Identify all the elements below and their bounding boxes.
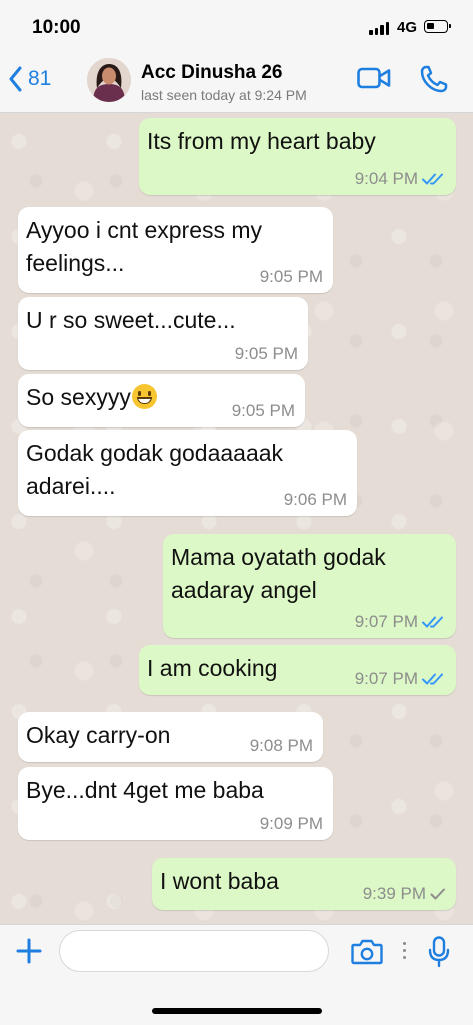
double-check-read-icon — [422, 673, 443, 685]
message-text: So sexyyy — [26, 384, 131, 410]
camera-icon — [351, 939, 383, 965]
voice-call-button[interactable] — [419, 64, 449, 99]
message-bubble-incoming[interactable]: So sexyyy 9:05 PM — [18, 374, 305, 427]
message-text-line-2: adarei.... — [26, 473, 116, 499]
message-time: 9:05 PM — [259, 267, 323, 286]
back-button[interactable]: 81 — [8, 66, 51, 92]
message-text: Its from my heart baby — [147, 128, 376, 154]
double-check-read-icon — [422, 173, 443, 185]
contact-name[interactable]: Acc Dinusha 26 — [141, 62, 283, 84]
home-indicator[interactable] — [152, 1008, 322, 1014]
voice-message-button[interactable] — [428, 936, 450, 973]
message-time: 9:07 PM — [354, 612, 418, 631]
message-time: 9:39 PM — [362, 884, 426, 903]
message-meta: 9:07 PM — [355, 669, 446, 689]
status-time: 10:00 — [32, 17, 81, 38]
message-meta: 9:06 PM — [284, 490, 347, 510]
unread-count: 81 — [28, 67, 52, 90]
message-time: 9:04 PM — [354, 169, 418, 188]
status-bar: 10:00 4G — [0, 0, 473, 50]
message-text: U r so sweet...cute... — [26, 307, 236, 333]
message-bubble-outgoing[interactable]: I am cooking 9:07 PM — [139, 645, 456, 695]
avatar[interactable] — [87, 58, 131, 102]
message-bubble-incoming[interactable]: Okay carry-on 9:08 PM — [18, 712, 323, 762]
message-time: 9:08 PM — [249, 736, 313, 755]
microphone-icon — [428, 936, 450, 968]
message-bubble-outgoing[interactable]: I wont baba 9:39 PM — [152, 858, 456, 910]
double-check-read-icon — [422, 616, 443, 628]
message-bubble-outgoing[interactable]: Mama oyatath godak aadaray angel 9:07 PM — [163, 534, 456, 638]
message-meta: 9:09 PM — [260, 814, 323, 834]
message-bubble-outgoing[interactable]: Its from my heart baby 9:04 PM — [139, 118, 456, 195]
message-text: I wont baba — [160, 868, 279, 894]
message-time: 9:09 PM — [259, 814, 323, 833]
chat-header: 81 Acc Dinusha 26 last seen today at 9:2… — [0, 50, 473, 113]
message-bubble-incoming[interactable]: Bye...dnt 4get me baba 9:09 PM — [18, 767, 333, 840]
message-text: Okay carry-on — [26, 722, 171, 748]
message-text: Bye...dnt 4get me baba — [26, 777, 264, 803]
message-time: 9:06 PM — [283, 490, 347, 509]
message-bubble-incoming[interactable]: Ayyoo i cnt express my feelings... 9:05 … — [18, 207, 333, 293]
message-meta: 9:07 PM — [355, 612, 446, 632]
chat-area[interactable]: Its from my heart baby 9:04 PM Ayyoo i c… — [0, 113, 473, 924]
video-camera-icon — [357, 67, 391, 89]
message-meta: 9:05 PM — [260, 267, 323, 287]
message-meta: 9:05 PM — [235, 344, 298, 364]
message-text-line-2: feelings... — [26, 250, 125, 276]
video-call-button[interactable] — [357, 66, 391, 95]
grinning-face-emoji-icon — [131, 384, 157, 409]
message-text-line-1: Ayyoo i cnt express my — [26, 217, 263, 243]
message-time: 9:05 PM — [234, 344, 298, 363]
more-options-icon[interactable] — [403, 942, 406, 963]
message-bubble-incoming[interactable]: Godak godak godaaaaak adarei.... 9:06 PM — [18, 430, 357, 516]
message-time: 9:05 PM — [231, 401, 295, 420]
chevron-left-icon — [9, 66, 22, 92]
message-text-line-2: aadaray angel — [171, 577, 317, 603]
message-bubble-incoming[interactable]: U r so sweet...cute... 9:05 PM — [18, 297, 308, 370]
battery-icon — [424, 20, 451, 33]
message-meta: 9:04 PM — [355, 169, 446, 189]
last-seen-status: last seen today at 9:24 PM — [141, 87, 307, 103]
network-type: 4G — [397, 19, 418, 36]
message-text: I am cooking — [147, 655, 278, 681]
message-text-line-1: Mama oyatath godak — [171, 544, 386, 570]
attach-button[interactable] — [16, 938, 42, 969]
message-input[interactable] — [59, 930, 329, 972]
message-text-line-1: Godak godak godaaaaak — [26, 440, 284, 466]
camera-button[interactable] — [351, 939, 383, 970]
signal-icon — [369, 22, 389, 35]
avatar-image — [87, 58, 131, 102]
message-time: 9:07 PM — [354, 669, 418, 688]
message-meta: 9:39 PM — [363, 884, 446, 904]
single-check-sent-icon — [430, 888, 445, 900]
message-text-wrap: So sexyyy — [26, 381, 157, 414]
plus-icon — [16, 938, 42, 964]
message-meta: 9:08 PM — [250, 736, 313, 756]
message-input-bar — [0, 924, 473, 1025]
phone-icon — [420, 65, 448, 93]
message-meta: 9:05 PM — [232, 401, 295, 421]
